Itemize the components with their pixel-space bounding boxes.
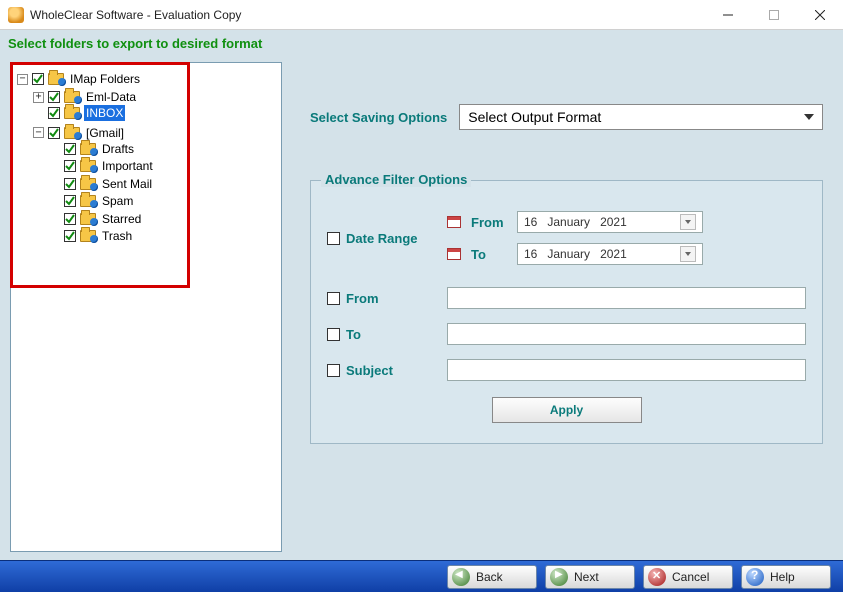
tree-label: Starred — [100, 211, 143, 227]
help-button[interactable]: Help — [741, 565, 831, 589]
main-panel: Select folders to export to desired form… — [0, 30, 843, 560]
tree-label: Trash — [100, 228, 134, 244]
checkbox-icon[interactable] — [48, 107, 60, 119]
tree-node[interactable]: Drafts — [49, 141, 136, 157]
folder-icon — [64, 127, 80, 139]
tree-label: Eml-Data — [84, 89, 138, 105]
subject-field-label: Subject — [346, 363, 393, 378]
checkbox-icon[interactable] — [64, 160, 76, 172]
back-button[interactable]: Back — [447, 565, 537, 589]
checkbox-icon[interactable] — [64, 195, 76, 207]
chevron-down-icon[interactable] — [680, 246, 696, 262]
subject-input[interactable] — [447, 359, 806, 381]
checkbox-icon[interactable] — [32, 73, 44, 85]
tree-node[interactable]: Important — [49, 158, 155, 174]
folder-icon — [80, 230, 96, 242]
checkbox-icon[interactable] — [327, 328, 340, 341]
output-format-select[interactable]: Select Output Format — [459, 104, 823, 130]
wizard-button-bar: Back Next Cancel Help — [0, 560, 843, 592]
tree-label: Spam — [100, 193, 135, 209]
from-input[interactable] — [447, 287, 806, 309]
calendar-icon — [447, 216, 461, 228]
checkbox-icon[interactable] — [64, 213, 76, 225]
help-icon — [746, 568, 764, 586]
folder-icon — [64, 91, 80, 103]
date-to-label: To — [471, 247, 507, 262]
checkbox-icon[interactable] — [64, 178, 76, 190]
folder-icon — [80, 195, 96, 207]
to-field-label: To — [346, 327, 361, 342]
date-to-input[interactable]: 16 January 2021 — [517, 243, 703, 265]
apply-button[interactable]: Apply — [492, 397, 642, 423]
date-from-input[interactable]: 16 January 2021 — [517, 211, 703, 233]
toggle-icon[interactable]: + — [33, 92, 44, 103]
from-checkbox-row[interactable]: From — [327, 291, 447, 306]
tree-node-root[interactable]: − IMap Folders — [17, 71, 142, 87]
folder-icon — [64, 107, 80, 119]
checkbox-icon[interactable] — [48, 127, 60, 139]
tree-node[interactable]: Sent Mail — [49, 176, 154, 192]
date-from-label: From — [471, 215, 507, 230]
tree-node[interactable]: Trash — [49, 228, 134, 244]
chevron-down-icon — [804, 114, 814, 120]
folder-icon — [48, 73, 64, 85]
date-range-checkbox-row[interactable]: Date Range — [327, 231, 447, 246]
output-format-value: Select Output Format — [468, 109, 601, 125]
cancel-icon — [648, 568, 666, 586]
tree-node-gmail[interactable]: − [Gmail] — [33, 125, 126, 141]
app-icon — [8, 7, 24, 23]
toggle-icon[interactable]: − — [33, 127, 44, 138]
folder-icon — [80, 213, 96, 225]
folder-tree-panel: − IMap Folders + Eml-Data — [10, 62, 282, 552]
close-button[interactable] — [797, 0, 843, 30]
checkbox-icon[interactable] — [64, 230, 76, 242]
checkbox-icon[interactable] — [327, 364, 340, 377]
tree-node[interactable]: Starred — [49, 211, 143, 227]
tree-label: [Gmail] — [84, 125, 126, 141]
instruction-banner: Select folders to export to desired form… — [8, 36, 262, 51]
tree-node[interactable]: Spam — [49, 193, 135, 209]
subject-checkbox-row[interactable]: Subject — [327, 363, 447, 378]
folder-tree[interactable]: − IMap Folders + Eml-Data — [11, 63, 281, 252]
to-checkbox-row[interactable]: To — [327, 327, 447, 342]
tree-label: Drafts — [100, 141, 136, 157]
from-field-label: From — [346, 291, 379, 306]
saving-options-label: Select Saving Options — [310, 110, 447, 125]
minimize-button[interactable] — [705, 0, 751, 30]
filter-box-title: Advance Filter Options — [321, 172, 471, 187]
checkbox-icon[interactable] — [64, 143, 76, 155]
checkbox-icon[interactable] — [327, 292, 340, 305]
date-range-label: Date Range — [346, 231, 418, 246]
tree-label: IMap Folders — [68, 71, 142, 87]
folder-icon — [80, 178, 96, 190]
next-icon — [550, 568, 568, 586]
calendar-icon — [447, 248, 461, 260]
tree-node[interactable]: + Eml-Data — [33, 89, 138, 105]
back-icon — [452, 568, 470, 586]
checkbox-icon[interactable] — [48, 91, 60, 103]
to-input[interactable] — [447, 323, 806, 345]
titlebar: WholeClear Software - Evaluation Copy — [0, 0, 843, 30]
tree-label: Important — [100, 158, 155, 174]
next-button[interactable]: Next — [545, 565, 635, 589]
folder-icon — [80, 160, 96, 172]
maximize-button[interactable] — [751, 0, 797, 30]
options-panel: Select Saving Options Select Output Form… — [310, 80, 823, 444]
chevron-down-icon[interactable] — [680, 214, 696, 230]
tree-node-inbox[interactable]: INBOX — [33, 105, 125, 121]
toggle-icon[interactable]: − — [17, 74, 28, 85]
folder-icon — [80, 143, 96, 155]
cancel-button[interactable]: Cancel — [643, 565, 733, 589]
tree-label: INBOX — [84, 105, 125, 121]
window-title: WholeClear Software - Evaluation Copy — [30, 8, 241, 22]
checkbox-icon[interactable] — [327, 232, 340, 245]
tree-label: Sent Mail — [100, 176, 154, 192]
advance-filter-box: Advance Filter Options Date Range From 1… — [310, 180, 823, 444]
